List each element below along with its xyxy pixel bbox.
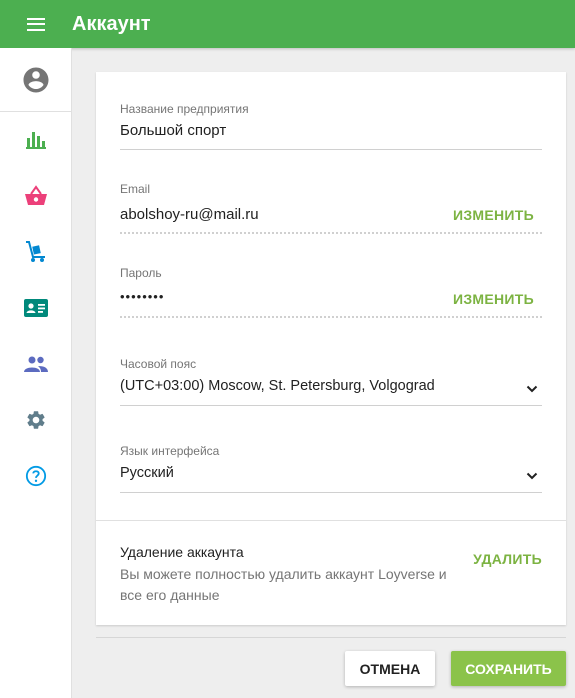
sidebar-item-settings[interactable] bbox=[0, 392, 71, 448]
account-card: Название предприятия Большой спорт Email… bbox=[96, 72, 566, 625]
timezone-select[interactable]: Часовой пояс (UTC+03:00) Moscow, St. Pet… bbox=[120, 357, 542, 407]
bar-chart-icon bbox=[25, 132, 46, 149]
delete-account-title: Удаление аккаунта bbox=[120, 544, 244, 560]
gear-icon bbox=[26, 411, 45, 429]
timezone-value: (UTC+03:00) Moscow, St. Petersburg, Volg… bbox=[120, 378, 435, 394]
email-underline bbox=[120, 232, 542, 234]
people-icon bbox=[23, 356, 48, 372]
sidebar bbox=[0, 48, 72, 698]
sidebar-item-sales[interactable] bbox=[0, 168, 71, 224]
account-circle-icon[interactable] bbox=[0, 48, 71, 112]
help-circle-icon bbox=[25, 465, 46, 487]
language-value: Русский bbox=[120, 465, 174, 481]
company-name-field[interactable]: Название предприятия Большой спорт bbox=[120, 102, 542, 150]
cancel-button[interactable]: ОТМЕНА bbox=[345, 651, 435, 686]
section-divider bbox=[96, 520, 566, 521]
password-field: Пароль •••••••• ИЗМЕНИТЬ bbox=[120, 266, 542, 318]
change-email-button[interactable]: ИЗМЕНИТЬ bbox=[453, 207, 534, 223]
email-label: Email bbox=[120, 182, 151, 196]
password-underline bbox=[120, 316, 542, 318]
sidebar-item-customers[interactable] bbox=[0, 280, 71, 336]
company-name-underline bbox=[120, 149, 542, 150]
timezone-label: Часовой пояс bbox=[120, 357, 197, 371]
delete-account-button[interactable]: УДАЛИТЬ bbox=[473, 551, 542, 567]
delete-account-description: Вы можете полностью удалить аккаунт Loyv… bbox=[120, 566, 447, 603]
hand-truck-icon bbox=[25, 241, 45, 262]
email-field: Email abolshoy-ru@mail.ru ИЗМЕНИТЬ bbox=[120, 182, 542, 234]
language-select[interactable]: Язык интерфейса Русский bbox=[120, 444, 542, 494]
change-password-button[interactable]: ИЗМЕНИТЬ bbox=[453, 291, 534, 307]
sidebar-item-inventory[interactable] bbox=[0, 224, 71, 280]
footer-divider bbox=[96, 637, 566, 638]
timezone-underline bbox=[120, 405, 542, 406]
language-underline bbox=[120, 492, 542, 493]
save-button[interactable]: СОХРАНИТЬ bbox=[451, 651, 566, 686]
company-name-value: Большой спорт bbox=[120, 122, 227, 139]
company-name-label: Название предприятия bbox=[120, 102, 249, 116]
sidebar-item-reports[interactable] bbox=[0, 112, 71, 168]
hamburger-icon[interactable] bbox=[0, 0, 72, 48]
chevron-down-icon bbox=[526, 472, 538, 480]
page-title: Аккаунт bbox=[72, 12, 151, 35]
shopping-basket-icon bbox=[24, 185, 47, 205]
app-bar: Аккаунт bbox=[0, 0, 575, 48]
chevron-down-icon bbox=[526, 385, 538, 393]
password-label: Пароль bbox=[120, 266, 162, 280]
language-label: Язык интерфейса bbox=[120, 444, 220, 458]
id-card-icon bbox=[23, 299, 48, 317]
sidebar-item-help[interactable] bbox=[0, 448, 71, 504]
sidebar-item-employees[interactable] bbox=[0, 336, 71, 392]
